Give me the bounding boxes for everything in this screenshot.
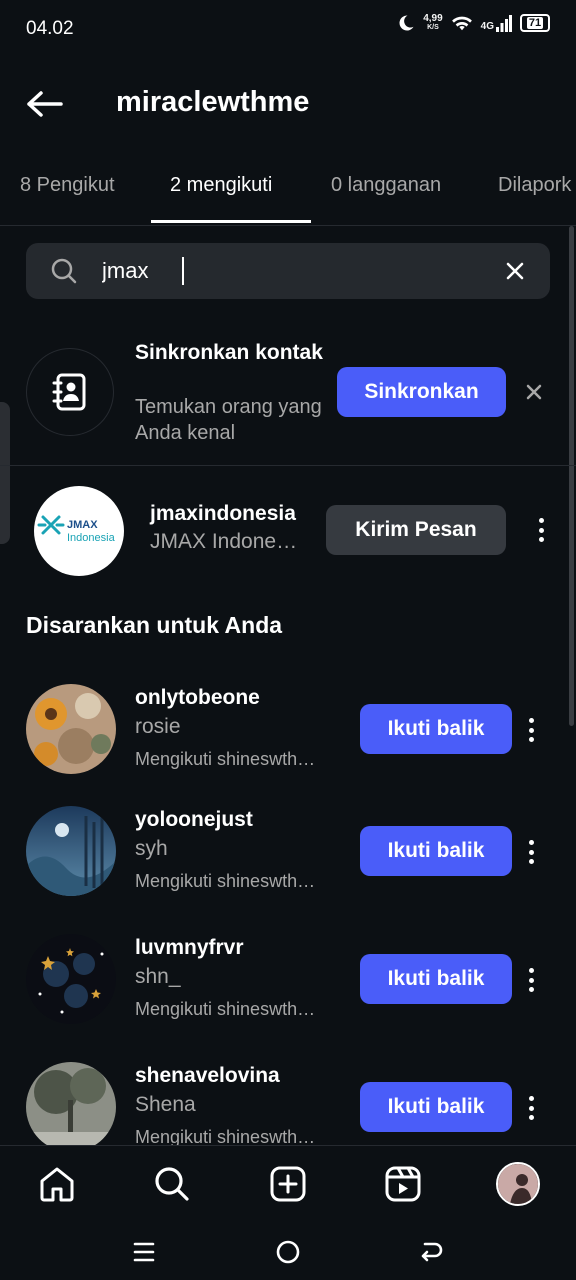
signal-icon <box>496 15 512 32</box>
status-icons: 4,99 K/S 4G 71 <box>397 14 550 32</box>
contacts-avatar <box>26 348 114 436</box>
sync-contacts-row: Sinkronkan kontak Temukan orang yang And… <box>0 330 576 466</box>
more-options-button[interactable] <box>521 837 541 867</box>
tab-reported[interactable]: Dilapork <box>498 174 571 197</box>
avatar <box>496 1162 540 1206</box>
avatar[interactable]: JMAX Indonesia <box>34 486 124 576</box>
follow-back-button[interactable]: Ikuti balik <box>360 1082 512 1132</box>
close-icon[interactable] <box>524 382 544 402</box>
nav-profile[interactable] <box>496 1162 540 1206</box>
username: shenavelovina <box>135 1064 280 1087</box>
send-message-button[interactable]: Kirim Pesan <box>326 505 506 555</box>
avatar[interactable] <box>26 806 116 896</box>
follow-back-button[interactable]: Ikuti balik <box>360 704 512 754</box>
contact-book-icon <box>52 373 86 411</box>
back-button[interactable] <box>22 84 66 124</box>
search-result-row[interactable]: JMAX Indonesia jmaxindonesia JMAX Indone… <box>0 484 576 578</box>
profile-image <box>498 1164 538 1204</box>
avatar[interactable] <box>26 1062 116 1145</box>
tab-followers[interactable]: 8 Pengikut <box>20 174 115 197</box>
home-button[interactable] <box>271 1235 305 1269</box>
header: miraclewthme <box>0 74 576 134</box>
mutual-info: Mengikuti shineswth… <box>135 871 316 891</box>
jmax-logo-line1: JMAX <box>67 519 98 531</box>
follow-back-button[interactable]: Ikuti balik <box>360 826 512 876</box>
nav-create[interactable] <box>266 1162 310 1206</box>
display-name: Shena <box>135 1093 196 1116</box>
status-bar: 04.02 4,99 K/S 4G 71 <box>0 0 576 56</box>
nav-reels[interactable] <box>381 1162 425 1206</box>
more-options-button[interactable] <box>521 715 541 745</box>
display-name: rosie <box>135 715 181 738</box>
network-type: 4G <box>480 21 494 32</box>
jmax-logo-line2: Indonesia <box>67 532 116 544</box>
system-nav <box>0 1223 576 1280</box>
tab-bar: 8 Pengikut 2 mengikuti 0 langganan Dilap… <box>0 158 576 226</box>
search-icon <box>51 258 77 284</box>
sync-title: Sinkronkan kontak <box>135 341 323 364</box>
menu-icon <box>133 1242 155 1262</box>
avatar-image <box>26 1062 116 1145</box>
net-speed-value: 4,99 <box>423 13 443 24</box>
search-icon <box>155 1167 189 1201</box>
mutual-info: Mengikuti shineswth… <box>135 749 316 769</box>
back-nav-button[interactable] <box>415 1235 449 1269</box>
username: onlytobeone <box>135 686 260 709</box>
active-tab-indicator <box>151 220 311 223</box>
more-options-button[interactable] <box>521 1093 541 1123</box>
follow-back-button[interactable]: Ikuti balik <box>360 954 512 1004</box>
search-bar <box>26 243 550 299</box>
network-signal: 4G <box>481 14 512 32</box>
bottom-nav <box>0 1145 576 1223</box>
nav-search[interactable] <box>150 1162 194 1206</box>
moon-icon <box>399 15 414 31</box>
battery-level: 71 <box>526 17 544 29</box>
back-icon <box>421 1242 443 1262</box>
username: jmaxindonesia <box>150 502 296 525</box>
mutual-info: Mengikuti shineswth… <box>135 999 316 1019</box>
mutual-info: Mengikuti shineswth… <box>135 1127 316 1145</box>
search-input[interactable] <box>102 243 482 299</box>
display-name: syh <box>135 837 168 860</box>
sync-button[interactable]: Sinkronkan <box>337 367 506 417</box>
net-speed-unit: K/S <box>427 24 439 31</box>
arrow-left-icon <box>27 91 63 117</box>
list-item[interactable]: luvmnyfrvr shn_ Mengikuti shineswth… Iku… <box>0 934 576 1044</box>
avatar-image <box>26 934 116 1024</box>
circle-icon <box>276 1240 300 1264</box>
text-caret <box>182 257 184 285</box>
tab-subscriptions[interactable]: 0 langganan <box>331 174 441 197</box>
section-title: Disarankan untuk Anda <box>26 612 283 638</box>
username: luvmnyfrvr <box>135 936 244 959</box>
wifi-icon <box>451 16 472 31</box>
clear-icon[interactable] <box>504 260 526 282</box>
plus-square-icon <box>270 1166 306 1202</box>
sync-subtitle: Temukan orang yang Anda kenal <box>135 396 322 444</box>
net-speed: 4,99 K/S <box>423 14 442 32</box>
jmax-logo: JMAX Indonesia <box>37 515 116 544</box>
display-name: JMAX Indone… <box>150 530 298 553</box>
list-item[interactable]: onlytobeone rosie Mengikuti shineswth… I… <box>0 684 576 794</box>
more-options-button[interactable] <box>521 965 541 995</box>
more-options-button[interactable] <box>531 515 551 545</box>
username: yoloonejust <box>135 808 253 831</box>
avatar[interactable] <box>26 934 116 1024</box>
status-time: 04.02 <box>26 18 74 39</box>
recent-apps-button[interactable] <box>127 1235 161 1269</box>
reels-icon <box>385 1166 421 1202</box>
avatar-image <box>26 806 116 896</box>
page-title: miraclewthme <box>116 86 310 118</box>
list-item[interactable]: yoloonejust syh Mengikuti shineswth… Iku… <box>0 806 576 916</box>
battery-icon: 71 <box>520 14 550 32</box>
avatar-image <box>26 684 116 774</box>
display-name: shn_ <box>135 965 181 988</box>
list-item[interactable]: shenavelovina Shena Mengikuti shineswth…… <box>0 1062 576 1145</box>
scrollbar[interactable] <box>569 226 574 726</box>
nav-home[interactable] <box>35 1162 79 1206</box>
avatar[interactable] <box>26 684 116 774</box>
tab-following[interactable]: 2 mengikuti <box>170 174 272 197</box>
home-icon <box>40 1167 74 1202</box>
